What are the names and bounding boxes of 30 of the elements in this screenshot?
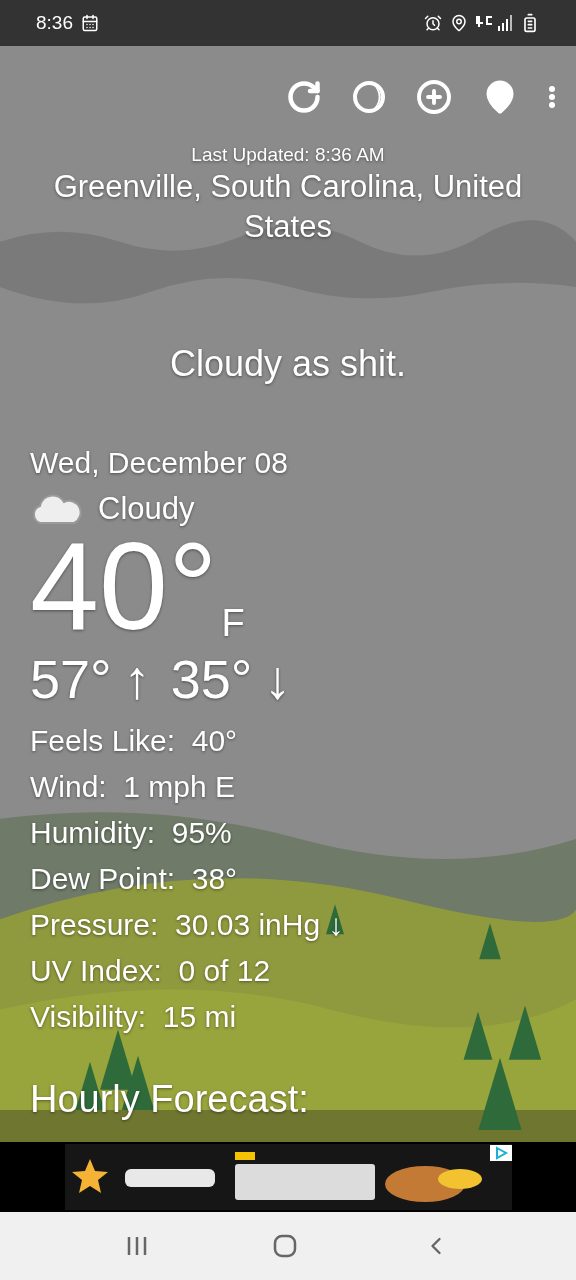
low-temperature: 35°: [170, 647, 253, 710]
hourly-forecast-heading: Hourly Forecast:: [30, 1076, 310, 1122]
weather-detail: Feels Like: 40°: [30, 722, 239, 759]
calendar-icon: [81, 14, 99, 32]
up-arrow: ↑: [123, 647, 151, 710]
ad-info-icon[interactable]: [490, 1145, 512, 1161]
weather-detail: Pressure: 30.03 inHg ↓: [30, 906, 345, 943]
last-updated: Last Updated: 8:36 AM: [190, 143, 386, 167]
location-icon: [450, 14, 468, 32]
weather-tagline: Cloudy as shit.: [168, 341, 408, 386]
weather-detail: UV Index: 0 of 12: [30, 952, 272, 989]
condition: Cloudy: [98, 489, 195, 528]
add-location-button[interactable]: [416, 79, 452, 115]
weather-detail: Dew Point: 38°: [30, 860, 239, 897]
high-temperature: 57°: [30, 647, 112, 710]
weather-detail: Humidity: 95%: [30, 814, 233, 851]
status-time: 8:36: [36, 10, 73, 35]
recent-apps-button[interactable]: [126, 1235, 149, 1257]
refresh-button[interactable]: [286, 79, 322, 115]
moon-button[interactable]: [352, 80, 386, 114]
temperature-unit: F: [221, 600, 245, 646]
weather-detail: Visibility: 15 mi: [30, 998, 238, 1035]
alarm-icon: [424, 14, 442, 32]
weather-detail: Wind: 1 mph E: [30, 768, 237, 805]
forecast-date: Wed, December 08: [30, 444, 289, 481]
down-arrow: ↓: [264, 647, 292, 710]
menu-button[interactable]: [548, 85, 556, 109]
cloud-icon: [30, 492, 82, 525]
location-name: Greenville, South Carolina, United States: [52, 167, 524, 246]
home-button[interactable]: [273, 1234, 297, 1258]
